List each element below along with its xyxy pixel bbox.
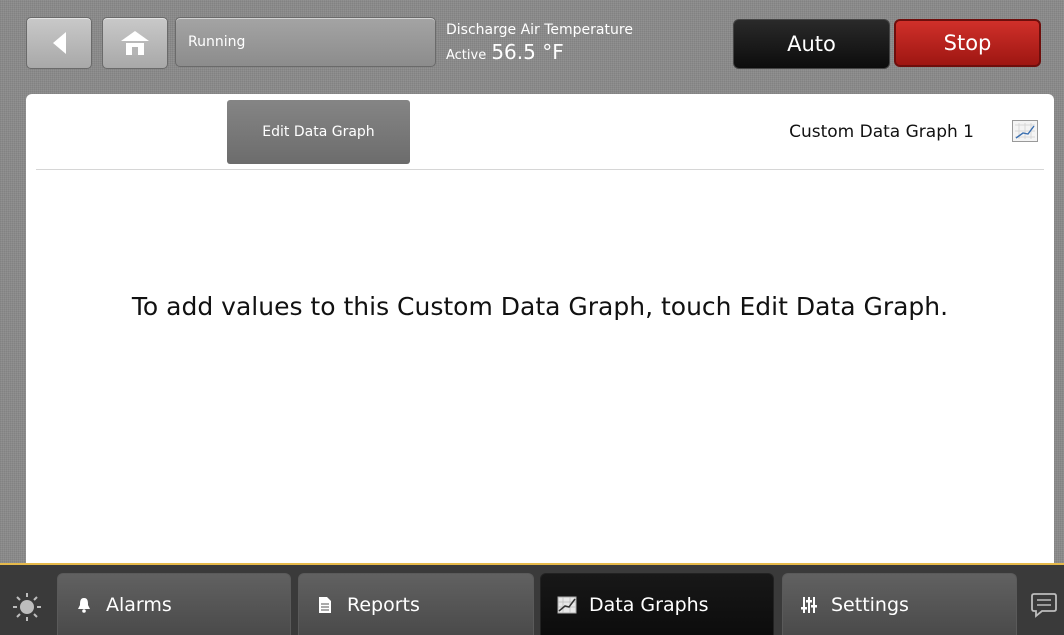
document-icon: [315, 596, 335, 614]
sun-icon[interactable]: [8, 591, 46, 623]
back-button[interactable]: [26, 17, 92, 69]
point-value: 56.5 °F: [491, 40, 564, 64]
line-chart-icon[interactable]: [1012, 120, 1038, 142]
chat-bubble-icon[interactable]: [1030, 591, 1058, 619]
status-button-label: Running: [188, 34, 246, 50]
auto-mode-button[interactable]: Auto: [733, 19, 890, 69]
status-button[interactable]: Running: [175, 17, 436, 67]
header-bar: Running Discharge Air Temperature Active…: [0, 0, 1064, 92]
tab-label: Alarms: [106, 593, 172, 616]
footer-nav: Alarms Reports Data Graphs Settings: [0, 565, 1064, 635]
home-icon: [121, 31, 149, 55]
point-name: Discharge Air Temperature: [446, 22, 633, 38]
edit-data-graph-button[interactable]: Edit Data Graph: [227, 100, 410, 164]
stop-button[interactable]: Stop: [894, 19, 1041, 67]
home-button[interactable]: [102, 17, 168, 69]
back-arrow-icon: [53, 32, 66, 54]
point-readout: Discharge Air Temperature Active 56.5 °F: [446, 22, 633, 64]
tab-label: Data Graphs: [589, 593, 709, 616]
tab-label: Reports: [347, 593, 420, 616]
tab-label: Settings: [831, 593, 909, 616]
bell-icon: [74, 597, 94, 613]
divider: [36, 169, 1044, 170]
empty-graph-message: To add values to this Custom Data Graph,…: [131, 292, 949, 321]
tab-data-graphs[interactable]: Data Graphs: [540, 573, 774, 635]
chart-icon: [557, 596, 577, 614]
graph-title: Custom Data Graph 1: [789, 122, 974, 142]
point-state: Active: [446, 48, 487, 63]
sliders-icon: [799, 596, 819, 614]
data-graph-panel: Edit Data Graph Custom Data Graph 1 To a…: [26, 94, 1054, 563]
tab-reports[interactable]: Reports: [298, 573, 534, 635]
tab-settings[interactable]: Settings: [782, 573, 1017, 635]
tab-alarms[interactable]: Alarms: [57, 573, 291, 635]
